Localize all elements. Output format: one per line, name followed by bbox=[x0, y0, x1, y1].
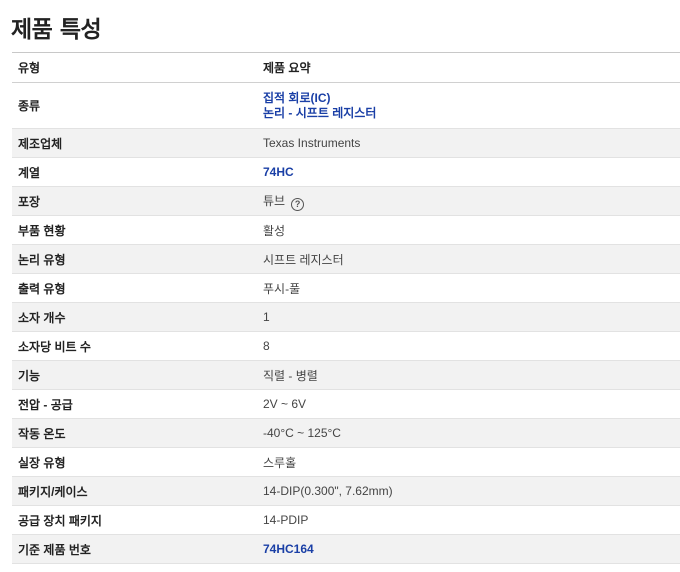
table-row: 논리 유형 시프트 레지스터 bbox=[12, 244, 680, 274]
table-header-row: 유형 제품 요약 bbox=[12, 52, 680, 83]
table-row: 부품 현황 활성 bbox=[12, 215, 680, 245]
row-label: 기능 bbox=[12, 360, 257, 390]
row-value: -40°C ~ 125°C bbox=[257, 418, 680, 448]
table-row: 기준 제품 번호 74HC164 bbox=[12, 534, 680, 564]
row-value: 1 bbox=[257, 302, 680, 332]
row-value: 14-DIP(0.300", 7.62mm) bbox=[257, 476, 680, 506]
row-label: 전압 - 공급 bbox=[12, 389, 257, 419]
table-row: 소자당 비트 수 8 bbox=[12, 331, 680, 361]
product-attributes-panel: 제품 특성 유형 제품 요약 종류 집적 회로(IC) 논리 - 시프트 레지스… bbox=[0, 0, 680, 572]
table-row: 공급 장치 패키지 14-PDIP bbox=[12, 505, 680, 535]
category-link-ic[interactable]: 집적 회로(IC) bbox=[263, 91, 674, 106]
table-row: 제조업체 Texas Instruments bbox=[12, 128, 680, 158]
table-row: 작동 온도 -40°C ~ 125°C bbox=[12, 418, 680, 448]
row-label: 공급 장치 패키지 bbox=[12, 505, 257, 535]
row-value: 시프트 레지스터 bbox=[257, 244, 680, 274]
attributes-table: 유형 제품 요약 종류 집적 회로(IC) 논리 - 시프트 레지스터 제조업체… bbox=[12, 52, 680, 564]
row-value: 14-PDIP bbox=[257, 505, 680, 535]
row-label: 실장 유형 bbox=[12, 447, 257, 477]
row-label: 소자 개수 bbox=[12, 302, 257, 332]
row-value: 푸시-풀 bbox=[257, 273, 680, 303]
row-label: 포장 bbox=[12, 186, 257, 216]
row-value: 직렬 - 병렬 bbox=[257, 360, 680, 390]
row-value: 튜브? bbox=[257, 186, 680, 216]
row-label: 논리 유형 bbox=[12, 244, 257, 274]
row-value: Texas Instruments bbox=[257, 128, 680, 158]
row-value: 8 bbox=[257, 331, 680, 361]
table-row: 포장 튜브? bbox=[12, 186, 680, 216]
row-label: 종류 bbox=[12, 82, 257, 129]
table-row: 기능 직렬 - 병렬 bbox=[12, 360, 680, 390]
table-row: 전압 - 공급 2V ~ 6V bbox=[12, 389, 680, 419]
header-summary: 제품 요약 bbox=[257, 52, 680, 83]
table-row: 출력 유형 푸시-풀 bbox=[12, 273, 680, 303]
table-row: 종류 집적 회로(IC) 논리 - 시프트 레지스터 bbox=[12, 82, 680, 129]
row-label: 패키지/케이스 bbox=[12, 476, 257, 506]
category-link-shift-register[interactable]: 논리 - 시프트 레지스터 bbox=[263, 106, 674, 121]
row-value: 집적 회로(IC) 논리 - 시프트 레지스터 bbox=[257, 82, 680, 129]
header-type: 유형 bbox=[12, 52, 257, 83]
row-label: 소자당 비트 수 bbox=[12, 331, 257, 361]
row-label: 부품 현황 bbox=[12, 215, 257, 245]
base-part-number-link[interactable]: 74HC164 bbox=[257, 534, 680, 564]
row-label: 출력 유형 bbox=[12, 273, 257, 303]
row-value: 활성 bbox=[257, 215, 680, 245]
table-row: 소자 개수 1 bbox=[12, 302, 680, 332]
packaging-value: 튜브 bbox=[263, 193, 286, 208]
row-label: 계열 bbox=[12, 157, 257, 187]
help-circle-icon[interactable]: ? bbox=[291, 197, 305, 211]
row-value: 스루홀 bbox=[257, 447, 680, 477]
table-row: 실장 유형 스루홀 bbox=[12, 447, 680, 477]
table-row: 계열 74HC bbox=[12, 157, 680, 187]
row-label: 기준 제품 번호 bbox=[12, 534, 257, 564]
table-row: 패키지/케이스 14-DIP(0.300", 7.62mm) bbox=[12, 476, 680, 506]
page-title: 제품 특성 bbox=[11, 17, 102, 43]
row-label: 제조업체 bbox=[12, 128, 257, 158]
row-label: 작동 온도 bbox=[12, 418, 257, 448]
row-value: 2V ~ 6V bbox=[257, 389, 680, 419]
series-link[interactable]: 74HC bbox=[257, 157, 680, 187]
